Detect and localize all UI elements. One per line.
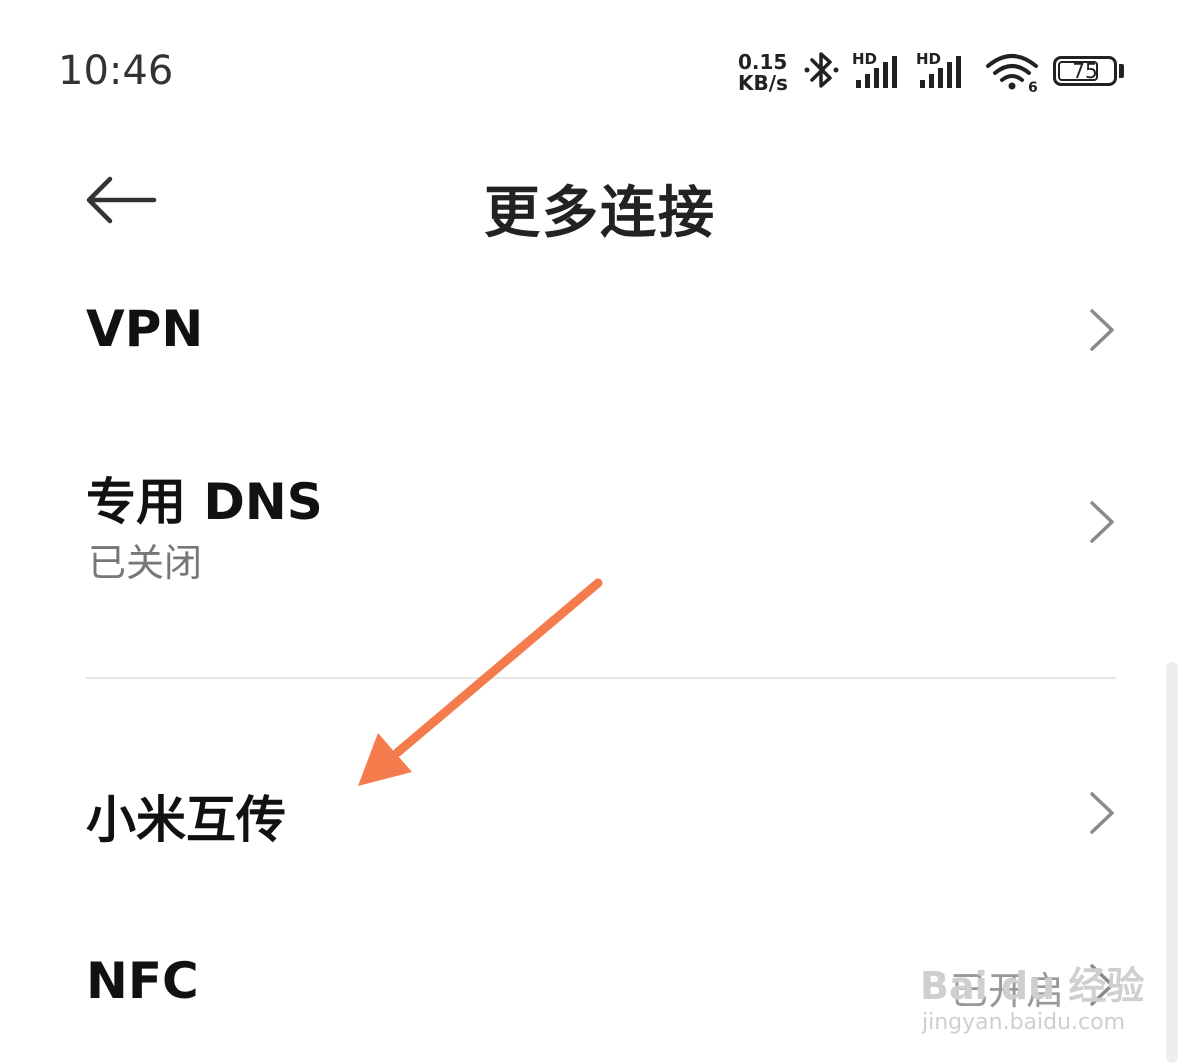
divider xyxy=(86,677,1116,679)
signal-1-label: HD xyxy=(852,50,877,68)
chevron-right-icon xyxy=(1090,501,1114,543)
list-item-vpn[interactable]: VPN xyxy=(0,270,1200,390)
watermark-url: jingyan.baidu.com xyxy=(922,1010,1126,1035)
list-item-private-dns[interactable]: 专用 DNS 已关闭 xyxy=(0,440,1200,600)
chevron-right-icon xyxy=(1090,792,1114,834)
battery-icon: 75 xyxy=(1053,56,1117,86)
network-speed-value: 0.15 xyxy=(738,50,788,74)
bluetooth-icon xyxy=(804,52,839,88)
battery-tip xyxy=(1119,64,1124,78)
status-time: 10:46 xyxy=(58,48,174,94)
network-speed-unit: KB/s xyxy=(738,71,788,95)
list-item-subtitle: 已关闭 xyxy=(88,541,203,585)
list-item-title: NFC xyxy=(86,952,199,1010)
page-title: 更多连接 xyxy=(484,181,716,246)
scrollbar[interactable] xyxy=(1166,662,1178,1063)
network-speed: 0.15 KB/s xyxy=(738,52,788,94)
status-bar: 10:46 0.15 KB/s HD HD 6 75 xyxy=(0,0,1200,140)
list-item-mi-share[interactable]: 小米互传 xyxy=(0,750,1200,880)
chevron-right-icon xyxy=(1090,309,1114,351)
list-item-title: 专用 DNS xyxy=(86,473,323,531)
header: 更多连接 xyxy=(0,140,1200,270)
list-item-title: VPN xyxy=(86,300,204,358)
signal-icon: HD xyxy=(916,50,961,88)
list-item-title: 小米互传 xyxy=(86,791,286,849)
signal-icon: HD xyxy=(852,50,897,88)
signal-2-label: HD xyxy=(916,50,941,68)
wifi-icon: 6 xyxy=(986,54,1038,94)
wifi-label: 6 xyxy=(1028,80,1038,94)
watermark: Bai du 经验 xyxy=(920,964,1145,1008)
battery-text: 75 xyxy=(1072,59,1098,83)
